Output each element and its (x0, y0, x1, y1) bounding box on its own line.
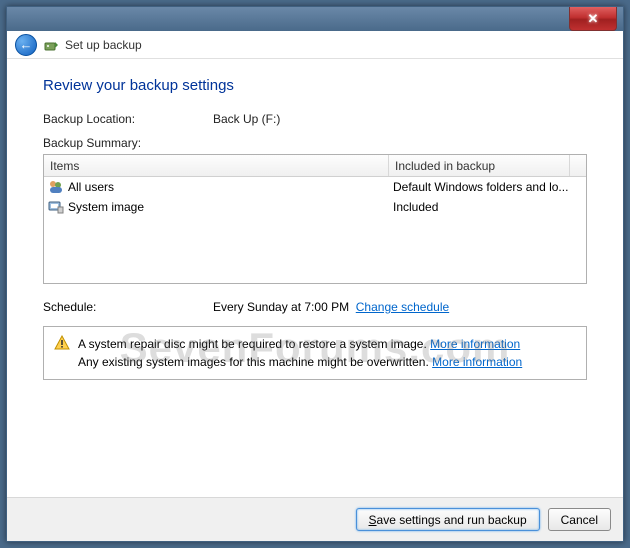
row-included: Included (393, 200, 582, 214)
change-schedule-link[interactable]: Change schedule (356, 300, 449, 314)
row-included: Default Windows folders and lo... (393, 180, 582, 194)
backup-icon (43, 37, 59, 53)
summary-table: Items Included in backup All u (43, 154, 587, 284)
titlebar: ✕ (7, 7, 623, 31)
schedule-value: Every Sunday at 7:00 PM (213, 300, 349, 314)
notice-line2: Any existing system images for this mach… (78, 355, 429, 369)
column-included[interactable]: Included in backup (389, 155, 570, 176)
warning-icon (54, 335, 70, 371)
save-and-run-button[interactable]: Save settings and run backup (356, 508, 540, 531)
content-area: Review your backup settings Backup Locat… (7, 59, 623, 497)
footer-bar: Save settings and run backup Cancel (7, 497, 623, 541)
backup-summary-label: Backup Summary: (43, 136, 587, 150)
header-title: Set up backup (65, 38, 142, 52)
schedule-row: Schedule: Every Sunday at 7:00 PM Change… (43, 300, 587, 314)
more-info-link-1[interactable]: More information (430, 337, 520, 351)
notice-box: A system repair disc might be required t… (43, 326, 587, 380)
row-item: All users (68, 180, 114, 194)
page-title: Review your backup settings (43, 77, 587, 94)
schedule-label: Schedule: (43, 300, 213, 314)
header-bar: ← Set up backup (7, 31, 623, 59)
row-item: System image (68, 200, 144, 214)
backup-location-row: Backup Location: Back Up (F:) (43, 112, 587, 126)
more-info-link-2[interactable]: More information (432, 355, 522, 369)
notice-line1: A system repair disc might be required t… (78, 337, 427, 351)
backup-location-label: Backup Location: (43, 112, 213, 126)
cancel-button[interactable]: Cancel (548, 508, 611, 531)
system-image-icon (48, 199, 64, 215)
users-icon (48, 179, 64, 195)
notice-text: A system repair disc might be required t… (78, 335, 522, 371)
arrow-left-icon: ← (20, 37, 33, 52)
column-spacer (570, 155, 586, 176)
table-header: Items Included in backup (44, 155, 586, 177)
table-row[interactable]: All users Default Windows folders and lo… (44, 177, 586, 197)
column-items[interactable]: Items (44, 155, 389, 176)
back-button[interactable]: ← (15, 34, 37, 56)
wizard-window: ✕ ← Set up backup Review your backup set… (6, 6, 624, 542)
close-icon: ✕ (588, 11, 599, 27)
close-button[interactable]: ✕ (569, 7, 617, 31)
backup-location-value: Back Up (F:) (213, 112, 280, 126)
table-row[interactable]: System image Included (44, 197, 586, 217)
table-body: All users Default Windows folders and lo… (44, 177, 586, 217)
